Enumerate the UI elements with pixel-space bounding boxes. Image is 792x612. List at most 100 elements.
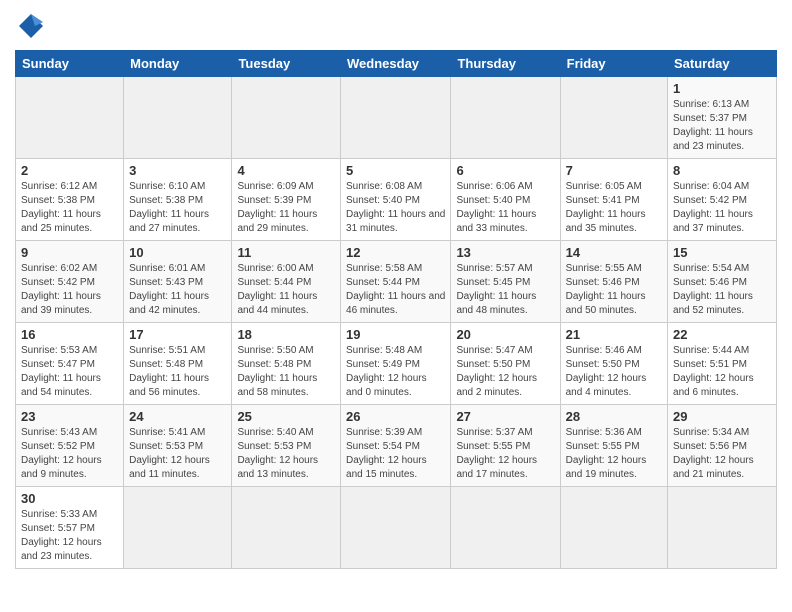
daylight-label: Daylight: 11 hours and 35 minutes. xyxy=(566,209,646,234)
sunrise-label: Sunrise: 5:54 AM xyxy=(673,263,749,274)
sunset-label: Sunset: 5:41 PM xyxy=(566,195,640,206)
calendar-cell xyxy=(232,77,341,159)
calendar-cell: 17 Sunrise: 5:51 AM Sunset: 5:48 PM Dayl… xyxy=(124,323,232,405)
day-info: Sunrise: 5:37 AM Sunset: 5:55 PM Dayligh… xyxy=(456,426,554,482)
calendar-cell: 21 Sunrise: 5:46 AM Sunset: 5:50 PM Dayl… xyxy=(560,323,667,405)
daylight-label: Daylight: 12 hours and 2 minutes. xyxy=(456,373,537,398)
day-info: Sunrise: 5:44 AM Sunset: 5:51 PM Dayligh… xyxy=(673,344,771,400)
calendar-header-row: Sunday Monday Tuesday Wednesday Thursday… xyxy=(16,51,777,77)
calendar-week-row: 23 Sunrise: 5:43 AM Sunset: 5:52 PM Dayl… xyxy=(16,405,777,487)
sunset-label: Sunset: 5:48 PM xyxy=(129,359,203,370)
sunrise-label: Sunrise: 5:47 AM xyxy=(456,345,532,356)
day-info: Sunrise: 6:06 AM Sunset: 5:40 PM Dayligh… xyxy=(456,180,554,236)
day-info: Sunrise: 6:04 AM Sunset: 5:42 PM Dayligh… xyxy=(673,180,771,236)
sunset-label: Sunset: 5:54 PM xyxy=(346,441,420,452)
day-info: Sunrise: 5:54 AM Sunset: 5:46 PM Dayligh… xyxy=(673,262,771,318)
day-info: Sunrise: 5:53 AM Sunset: 5:47 PM Dayligh… xyxy=(21,344,118,400)
calendar-week-row: 9 Sunrise: 6:02 AM Sunset: 5:42 PM Dayli… xyxy=(16,241,777,323)
calendar-cell: 16 Sunrise: 5:53 AM Sunset: 5:47 PM Dayl… xyxy=(16,323,124,405)
sunrise-label: Sunrise: 5:51 AM xyxy=(129,345,205,356)
day-info: Sunrise: 5:50 AM Sunset: 5:48 PM Dayligh… xyxy=(237,344,335,400)
day-number: 11 xyxy=(237,245,335,260)
daylight-label: Daylight: 11 hours and 39 minutes. xyxy=(21,291,101,316)
sunrise-label: Sunrise: 5:39 AM xyxy=(346,427,422,438)
calendar-week-row: 16 Sunrise: 5:53 AM Sunset: 5:47 PM Dayl… xyxy=(16,323,777,405)
page: Sunday Monday Tuesday Wednesday Thursday… xyxy=(0,0,792,584)
calendar-cell: 15 Sunrise: 5:54 AM Sunset: 5:46 PM Dayl… xyxy=(668,241,777,323)
col-sunday: Sunday xyxy=(16,51,124,77)
col-tuesday: Tuesday xyxy=(232,51,341,77)
calendar-cell: 13 Sunrise: 5:57 AM Sunset: 5:45 PM Dayl… xyxy=(451,241,560,323)
calendar-week-row: 30 Sunrise: 5:33 AM Sunset: 5:57 PM Dayl… xyxy=(16,487,777,569)
daylight-label: Daylight: 12 hours and 6 minutes. xyxy=(673,373,754,398)
day-info: Sunrise: 5:57 AM Sunset: 5:45 PM Dayligh… xyxy=(456,262,554,318)
sunrise-label: Sunrise: 5:33 AM xyxy=(21,509,97,520)
day-number: 9 xyxy=(21,245,118,260)
day-info: Sunrise: 5:41 AM Sunset: 5:53 PM Dayligh… xyxy=(129,426,226,482)
day-number: 22 xyxy=(673,327,771,342)
daylight-label: Daylight: 11 hours and 44 minutes. xyxy=(237,291,317,316)
day-number: 25 xyxy=(237,409,335,424)
daylight-label: Daylight: 11 hours and 58 minutes. xyxy=(237,373,317,398)
sunset-label: Sunset: 5:44 PM xyxy=(237,277,311,288)
day-number: 2 xyxy=(21,163,118,178)
calendar-cell xyxy=(341,487,451,569)
calendar-cell xyxy=(451,77,560,159)
col-monday: Monday xyxy=(124,51,232,77)
day-info: Sunrise: 6:00 AM Sunset: 5:44 PM Dayligh… xyxy=(237,262,335,318)
sunset-label: Sunset: 5:40 PM xyxy=(456,195,530,206)
day-number: 26 xyxy=(346,409,445,424)
sunrise-label: Sunrise: 5:36 AM xyxy=(566,427,642,438)
sunrise-label: Sunrise: 6:08 AM xyxy=(346,181,422,192)
calendar-cell: 25 Sunrise: 5:40 AM Sunset: 5:53 PM Dayl… xyxy=(232,405,341,487)
sunrise-label: Sunrise: 5:41 AM xyxy=(129,427,205,438)
day-number: 28 xyxy=(566,409,662,424)
sunset-label: Sunset: 5:49 PM xyxy=(346,359,420,370)
sunset-label: Sunset: 5:44 PM xyxy=(346,277,420,288)
daylight-label: Daylight: 12 hours and 0 minutes. xyxy=(346,373,427,398)
sunset-label: Sunset: 5:50 PM xyxy=(456,359,530,370)
day-info: Sunrise: 5:33 AM Sunset: 5:57 PM Dayligh… xyxy=(21,508,118,564)
day-number: 13 xyxy=(456,245,554,260)
day-info: Sunrise: 6:13 AM Sunset: 5:37 PM Dayligh… xyxy=(673,98,771,154)
day-info: Sunrise: 5:40 AM Sunset: 5:53 PM Dayligh… xyxy=(237,426,335,482)
sunset-label: Sunset: 5:53 PM xyxy=(237,441,311,452)
daylight-label: Daylight: 12 hours and 19 minutes. xyxy=(566,455,647,480)
day-number: 18 xyxy=(237,327,335,342)
calendar-cell: 4 Sunrise: 6:09 AM Sunset: 5:39 PM Dayli… xyxy=(232,159,341,241)
logo xyxy=(15,10,51,42)
day-number: 8 xyxy=(673,163,771,178)
day-info: Sunrise: 5:36 AM Sunset: 5:55 PM Dayligh… xyxy=(566,426,662,482)
sunset-label: Sunset: 5:42 PM xyxy=(21,277,95,288)
calendar-cell: 2 Sunrise: 6:12 AM Sunset: 5:38 PM Dayli… xyxy=(16,159,124,241)
daylight-label: Daylight: 11 hours and 23 minutes. xyxy=(673,127,753,152)
sunrise-label: Sunrise: 6:09 AM xyxy=(237,181,313,192)
calendar-cell: 24 Sunrise: 5:41 AM Sunset: 5:53 PM Dayl… xyxy=(124,405,232,487)
sunrise-label: Sunrise: 5:58 AM xyxy=(346,263,422,274)
calendar-cell: 29 Sunrise: 5:34 AM Sunset: 5:56 PM Dayl… xyxy=(668,405,777,487)
sunrise-label: Sunrise: 5:53 AM xyxy=(21,345,97,356)
col-thursday: Thursday xyxy=(451,51,560,77)
sunset-label: Sunset: 5:55 PM xyxy=(566,441,640,452)
sunrise-label: Sunrise: 5:48 AM xyxy=(346,345,422,356)
calendar-cell: 1 Sunrise: 6:13 AM Sunset: 5:37 PM Dayli… xyxy=(668,77,777,159)
sunrise-label: Sunrise: 5:34 AM xyxy=(673,427,749,438)
day-info: Sunrise: 6:12 AM Sunset: 5:38 PM Dayligh… xyxy=(21,180,118,236)
calendar-cell: 22 Sunrise: 5:44 AM Sunset: 5:51 PM Dayl… xyxy=(668,323,777,405)
calendar-week-row: 1 Sunrise: 6:13 AM Sunset: 5:37 PM Dayli… xyxy=(16,77,777,159)
calendar-cell: 27 Sunrise: 5:37 AM Sunset: 5:55 PM Dayl… xyxy=(451,405,560,487)
sunrise-label: Sunrise: 6:02 AM xyxy=(21,263,97,274)
daylight-label: Daylight: 11 hours and 52 minutes. xyxy=(673,291,753,316)
sunset-label: Sunset: 5:55 PM xyxy=(456,441,530,452)
daylight-label: Daylight: 11 hours and 37 minutes. xyxy=(673,209,753,234)
daylight-label: Daylight: 12 hours and 11 minutes. xyxy=(129,455,210,480)
day-info: Sunrise: 6:05 AM Sunset: 5:41 PM Dayligh… xyxy=(566,180,662,236)
day-number: 29 xyxy=(673,409,771,424)
day-info: Sunrise: 5:46 AM Sunset: 5:50 PM Dayligh… xyxy=(566,344,662,400)
day-number: 14 xyxy=(566,245,662,260)
day-info: Sunrise: 5:47 AM Sunset: 5:50 PM Dayligh… xyxy=(456,344,554,400)
daylight-label: Daylight: 11 hours and 54 minutes. xyxy=(21,373,101,398)
daylight-label: Daylight: 11 hours and 31 minutes. xyxy=(346,209,445,234)
sunset-label: Sunset: 5:37 PM xyxy=(673,113,747,124)
calendar-cell xyxy=(560,77,667,159)
